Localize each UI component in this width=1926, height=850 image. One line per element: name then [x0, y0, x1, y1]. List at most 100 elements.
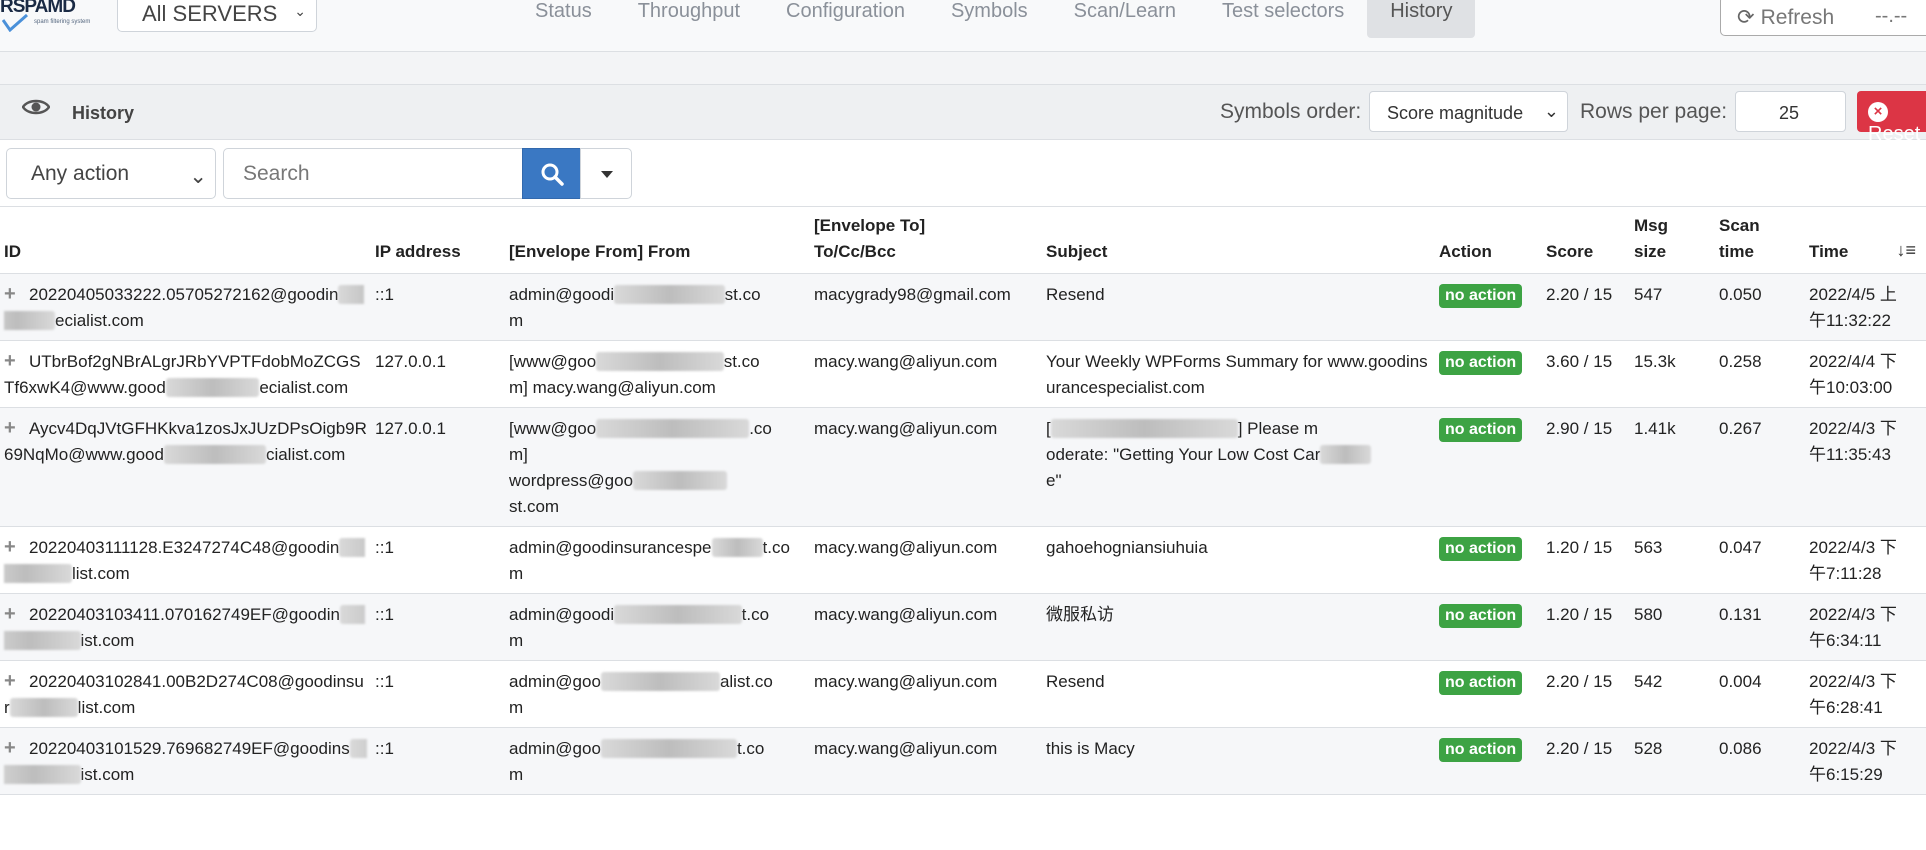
from-text: m] macy.wang@aliyun.com	[509, 378, 716, 397]
col-header-action[interactable]: Action	[1435, 206, 1542, 274]
table-row[interactable]: + Aycv4DqJVtGFHKkva1zosJxJUzDPsOigb9R69Nq…	[0, 407, 1926, 527]
cell-action: no action	[1435, 407, 1542, 527]
id-text: 20220403111128.E3247274C48@goodi	[29, 538, 330, 557]
table-row[interactable]: +20220403101529.769682749EF@goodins xxxxx…	[0, 727, 1926, 795]
table-row[interactable]: +20220403102841.00B2D274C08@goodinsurxxx…	[0, 660, 1926, 728]
col-header-id[interactable]: ID	[0, 206, 371, 274]
col-header-size-line1: Msg	[1634, 216, 1668, 235]
from-text: .co	[749, 419, 772, 438]
action-badge: no action	[1439, 671, 1523, 695]
cell-scan-time: 0.050	[1715, 273, 1805, 341]
action-filter-value: Any action	[31, 162, 130, 185]
col-header-to-line2: To/Cc/Bcc	[814, 242, 896, 261]
expand-plus-icon[interactable]: +	[4, 284, 20, 304]
cell-id: +20220405033222.05705272162@goodinxxxxxx…	[0, 273, 371, 341]
from-text: [www@goo	[509, 419, 597, 438]
expand-plus-icon[interactable]: +	[4, 351, 20, 371]
time-text: 2022/4/3 下	[1809, 605, 1897, 624]
tab-symbols[interactable]: Symbols	[928, 0, 1051, 38]
table-row[interactable]: + UTbrBof2gNBrALgrJRbYVPTFdobMoZCGSTf6xwK…	[0, 340, 1926, 408]
expand-plus-icon[interactable]: +	[4, 537, 20, 557]
cell-time: 2022/4/3 下午6:28:41	[1805, 660, 1926, 728]
tab-throughput[interactable]: Throughput	[615, 0, 763, 38]
col-header-ip[interactable]: IP address	[371, 206, 505, 274]
time-text: 2022/4/4 下	[1809, 352, 1897, 371]
tab-scan-learn[interactable]: Scan/Learn	[1051, 0, 1199, 38]
action-filter-select[interactable]: Any action ⌄	[6, 148, 216, 199]
refresh-button[interactable]: ⟳ Refresh	[1720, 0, 1862, 36]
cell-ip: ::1	[371, 273, 505, 341]
search-input[interactable]: Search	[223, 148, 523, 199]
id-text: ecialist.com	[55, 311, 144, 330]
sort-icon[interactable]: ↓≡	[1896, 237, 1916, 263]
redacted-text: xxxxxxxxxxxxx	[614, 285, 725, 304]
cell-subject: 微服私访	[1042, 593, 1435, 661]
tab-status[interactable]: Status	[512, 0, 615, 38]
page-title: History	[72, 103, 135, 123]
redacted-text: xxxxxxxxxxxxxxxxxx	[596, 419, 750, 438]
from-text: [www@goo	[509, 352, 597, 371]
cell-size: 1.41k	[1630, 407, 1715, 527]
reset-button[interactable]: ×Reset	[1857, 91, 1926, 145]
table-row[interactable]: +20220403111128.E3247274C48@goodin xxxxxx…	[0, 526, 1926, 594]
col-header-to[interactable]: [Envelope To] To/Cc/Bcc	[810, 206, 1042, 274]
id-text: st.com	[295, 445, 346, 464]
cell-subject: this is Macy	[1042, 727, 1435, 795]
search-options-dropdown[interactable]	[580, 148, 632, 199]
cell-id: +20220403101529.769682749EF@goodinsxxxxx…	[0, 727, 371, 795]
action-badge: no action	[1439, 284, 1523, 308]
expand-plus-icon[interactable]: +	[4, 418, 20, 438]
from-text: m	[509, 698, 524, 717]
table-row[interactable]: +20220403103411.070162749EF@goodin xxxxxx…	[0, 593, 1926, 661]
action-badge: no action	[1439, 604, 1523, 628]
cell-size: 547	[1630, 273, 1715, 341]
search-button[interactable]	[522, 148, 581, 199]
rows-per-page-label: Rows per page:	[1580, 100, 1728, 123]
close-circle-icon: ×	[1868, 102, 1888, 122]
cell-scan-time: 0.258	[1715, 340, 1805, 408]
subject-text: e"	[1046, 471, 1062, 490]
col-header-from[interactable]: [Envelope From] From	[505, 206, 810, 274]
tab-test-selectors[interactable]: Test selectors	[1199, 0, 1367, 38]
time-text: 午11:35:43	[1809, 445, 1891, 464]
col-header-subject[interactable]: Subject	[1042, 206, 1435, 274]
col-header-time-label: Time	[1809, 242, 1849, 261]
cell-ip: ::1	[371, 660, 505, 728]
time-text: 2022/4/3 下	[1809, 672, 1897, 691]
cell-scan-time: 0.047	[1715, 526, 1805, 594]
cell-score: 2.20 / 15	[1542, 660, 1630, 728]
cell-id: + UTbrBof2gNBrALgrJRbYVPTFdobMoZCGSTf6xwK…	[0, 340, 371, 408]
col-header-score[interactable]: Score	[1542, 206, 1630, 274]
col-header-size[interactable]: Msg size	[1630, 206, 1715, 274]
tab-history[interactable]: History	[1367, 0, 1476, 38]
cell-score: 1.20 / 15	[1542, 593, 1630, 661]
table-row[interactable]: +20220405033222.05705272162@goodin xxxxxx…	[0, 273, 1926, 341]
cell-subject: gahoehogniansiuhuia	[1042, 526, 1435, 594]
expand-plus-icon[interactable]: +	[4, 738, 20, 758]
cell-action: no action	[1435, 526, 1542, 594]
cell-action: no action	[1435, 660, 1542, 728]
tab-configuration[interactable]: Configuration	[763, 0, 928, 38]
logo-tagline: spam filtering system	[34, 19, 91, 25]
action-badge: no action	[1439, 537, 1523, 561]
id-text: ist.com	[80, 631, 135, 650]
cell-id: +20220403103411.070162749EF@goodinxxxxxx…	[0, 593, 371, 661]
refresh-interval-dropdown[interactable]: --.--	[1861, 0, 1926, 36]
cell-subject: [xxxxxxxxxxxxxxxxxxxxxx] Please moderate…	[1042, 407, 1435, 527]
symbols-order-select[interactable]: Score magnitude ⌄	[1369, 91, 1568, 132]
from-text: st.com	[509, 497, 560, 516]
cell-size: 528	[1630, 727, 1715, 795]
id-text: n	[328, 285, 339, 304]
action-badge: no action	[1439, 351, 1523, 375]
expand-plus-icon[interactable]: +	[4, 604, 20, 624]
id-text: ns	[331, 739, 350, 758]
from-text: t.co	[762, 538, 790, 557]
cell-ip: 127.0.0.1	[371, 407, 505, 527]
cell-time: 2022/4/4 下午10:03:00	[1805, 340, 1926, 408]
expand-plus-icon[interactable]: +	[4, 671, 20, 691]
caret-down-icon	[601, 171, 613, 178]
server-select[interactable]: All SERVERS ⌄	[117, 0, 317, 32]
col-header-time[interactable]: Time ↓≡	[1805, 206, 1926, 274]
col-header-scan[interactable]: Scan time	[1715, 206, 1805, 274]
rows-per-page-input[interactable]: 25	[1735, 91, 1846, 132]
